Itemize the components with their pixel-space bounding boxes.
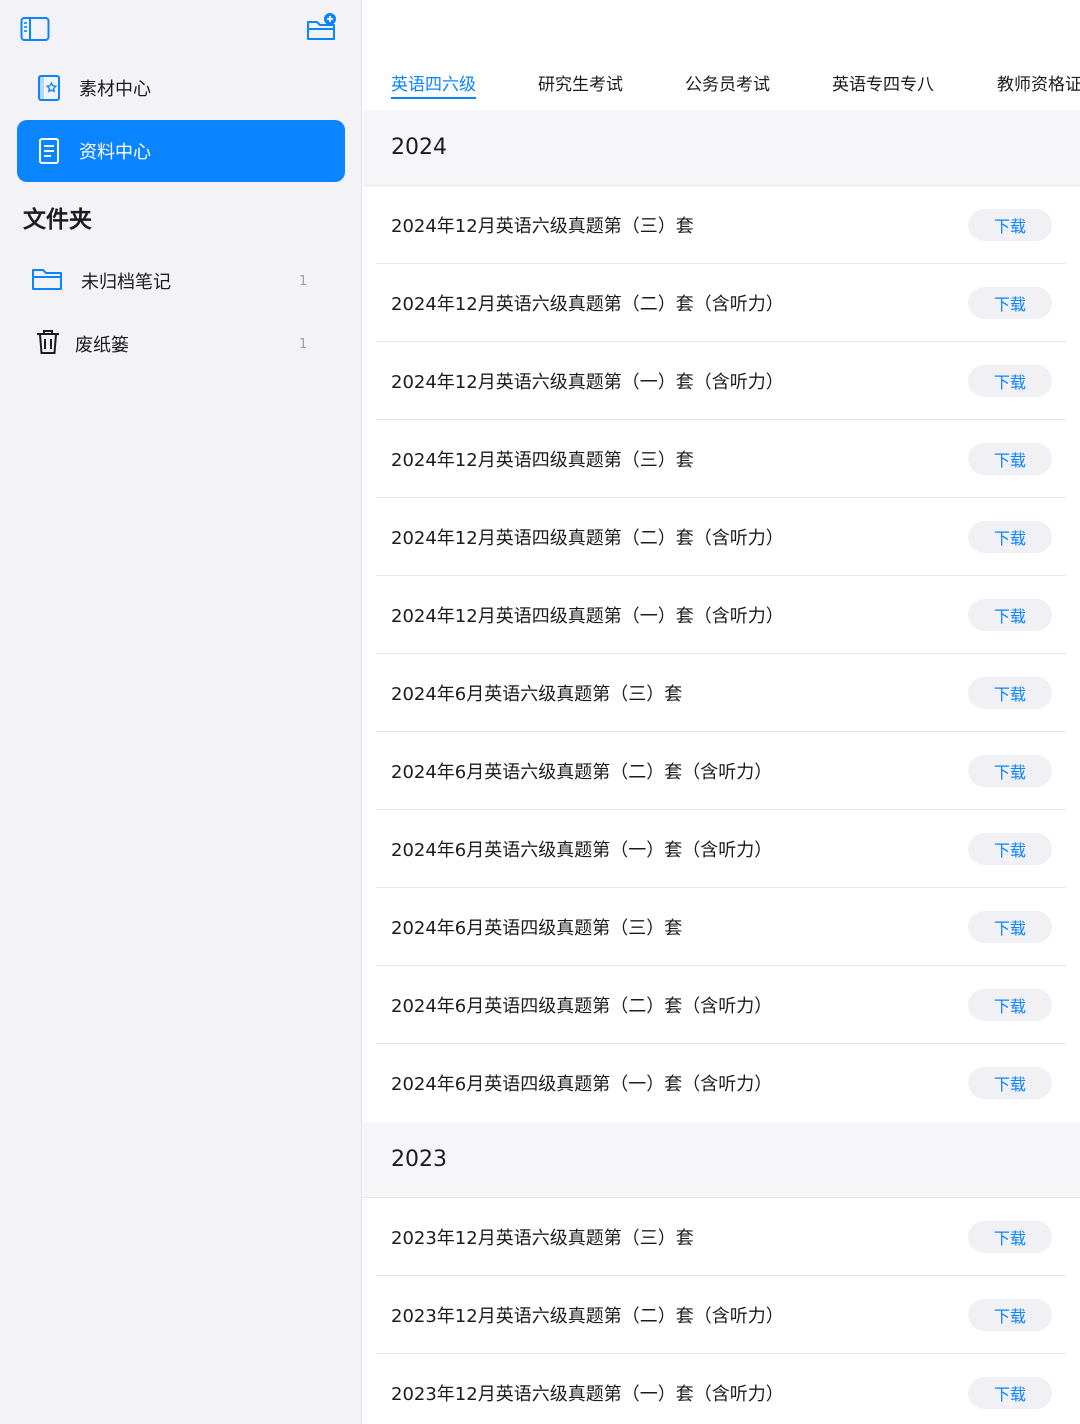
resource-row[interactable]: 2024年6月英语六级真题第（一）套（含听力） 下载 (363, 810, 1080, 888)
tab-postgraduate[interactable]: 研究生考试 (538, 70, 623, 95)
folder-label: 废纸篓 (75, 335, 129, 356)
nav-item-resources[interactable]: 资料中心 (17, 120, 345, 182)
resource-title: 2023年12月英语六级真题第（三）套 (391, 1228, 694, 1249)
download-button[interactable]: 下载 (968, 365, 1052, 397)
sidebar-toggle-icon[interactable] (20, 16, 50, 42)
download-button[interactable]: 下载 (968, 443, 1052, 475)
download-button[interactable]: 下载 (968, 287, 1052, 319)
app: 素材中心 资料中心 文件夹 未归档笔记 1 废纸篓 1 英语四六级 研究生考试 … (0, 0, 1080, 1424)
tab-tem[interactable]: 英语专四专八 (832, 70, 934, 95)
download-button[interactable]: 下载 (968, 911, 1052, 943)
year-label: 2024 (391, 135, 447, 160)
document-icon (35, 136, 63, 166)
resource-title: 2024年6月英语六级真题第（一）套（含听力） (391, 840, 773, 861)
download-button[interactable]: 下载 (968, 1377, 1052, 1409)
resource-title: 2024年12月英语六级真题第（一）套（含听力） (391, 372, 784, 393)
folder-trash[interactable]: 废纸篓 1 (17, 316, 345, 372)
resource-row[interactable]: 2024年6月英语四级真题第（一）套（含听力） 下载 (363, 1044, 1080, 1122)
resource-row[interactable]: 2024年12月英语六级真题第（二）套（含听力） 下载 (363, 264, 1080, 342)
resource-title: 2024年6月英语四级真题第（三）套 (391, 918, 683, 939)
resource-title: 2024年12月英语四级真题第（三）套 (391, 450, 694, 471)
folders-section-title: 文件夹 (23, 207, 92, 233)
folder-count: 1 (299, 336, 308, 352)
year-header: 2024 (363, 110, 1080, 186)
download-button[interactable]: 下载 (968, 989, 1052, 1021)
resource-row[interactable]: 2024年12月英语四级真题第（三）套 下载 (363, 420, 1080, 498)
nav-item-materials[interactable]: 素材中心 (17, 57, 345, 119)
folder-count: 1 (299, 273, 308, 289)
resource-title: 2024年6月英语六级真题第（二）套（含听力） (391, 762, 773, 783)
resource-title: 2024年12月英语四级真题第（二）套（含听力） (391, 528, 784, 549)
resource-row[interactable]: 2023年12月英语六级真题第（二）套（含听力） 下载 (363, 1276, 1080, 1354)
resource-row[interactable]: 2023年12月英语六级真题第（三）套 下载 (363, 1198, 1080, 1276)
sidebar: 素材中心 资料中心 文件夹 未归档笔记 1 废纸篓 1 (0, 0, 362, 1424)
star-document-icon (35, 73, 63, 103)
nav-item-label: 素材中心 (79, 79, 151, 100)
download-button[interactable]: 下载 (968, 1221, 1052, 1253)
resource-row[interactable]: 2024年12月英语四级真题第（二）套（含听力） 下载 (363, 498, 1080, 576)
resource-title: 2024年6月英语六级真题第（三）套 (391, 684, 683, 705)
new-folder-icon[interactable] (306, 12, 338, 42)
folder-icon (31, 266, 63, 296)
resource-row[interactable]: 2024年12月英语六级真题第（三）套 下载 (363, 186, 1080, 264)
main-content: 英语四六级 研究生考试 公务员考试 英语专四专八 教师资格证 2024 2024年… (363, 0, 1080, 1424)
resource-row[interactable]: 2023年12月英语六级真题第（一）套（含听力） 下载 (363, 1354, 1080, 1424)
resource-row[interactable]: 2024年6月英语六级真题第（三）套 下载 (363, 654, 1080, 732)
year-label: 2023 (391, 1147, 447, 1172)
download-button[interactable]: 下载 (968, 755, 1052, 787)
trash-icon (31, 328, 61, 360)
download-button[interactable]: 下载 (968, 599, 1052, 631)
tab-civil-service[interactable]: 公务员考试 (685, 70, 770, 95)
resource-row[interactable]: 2024年12月英语六级真题第（一）套（含听力） 下载 (363, 342, 1080, 420)
download-button[interactable]: 下载 (968, 209, 1052, 241)
download-button[interactable]: 下载 (968, 1299, 1052, 1331)
folder-unfiled-notes[interactable]: 未归档笔记 1 (17, 253, 345, 309)
tab-cet[interactable]: 英语四六级 (391, 70, 476, 99)
download-button[interactable]: 下载 (968, 1067, 1052, 1099)
folder-label: 未归档笔记 (81, 272, 171, 293)
download-button[interactable]: 下载 (968, 677, 1052, 709)
category-tabs: 英语四六级 研究生考试 公务员考试 英语专四专八 教师资格证 (363, 0, 1080, 112)
download-button[interactable]: 下载 (968, 521, 1052, 553)
resource-title: 2023年12月英语六级真题第（一）套（含听力） (391, 1384, 784, 1405)
resource-title: 2024年6月英语四级真题第（一）套（含听力） (391, 1074, 773, 1095)
resource-row[interactable]: 2024年12月英语四级真题第（一）套（含听力） 下载 (363, 576, 1080, 654)
tab-teacher-cert[interactable]: 教师资格证 (997, 70, 1080, 95)
resource-title: 2023年12月英语六级真题第（二）套（含听力） (391, 1306, 784, 1327)
resource-row[interactable]: 2024年6月英语六级真题第（二）套（含听力） 下载 (363, 732, 1080, 810)
nav-item-label: 资料中心 (79, 142, 151, 163)
resource-title: 2024年6月英语四级真题第（二）套（含听力） (391, 996, 773, 1017)
resource-title: 2024年12月英语六级真题第（二）套（含听力） (391, 294, 784, 315)
resource-row[interactable]: 2024年6月英语四级真题第（三）套 下载 (363, 888, 1080, 966)
year-header: 2023 (363, 1122, 1080, 1198)
resource-title: 2024年12月英语四级真题第（一）套（含听力） (391, 606, 784, 627)
resource-title: 2024年12月英语六级真题第（三）套 (391, 216, 694, 237)
download-button[interactable]: 下载 (968, 833, 1052, 865)
resource-row[interactable]: 2024年6月英语四级真题第（二）套（含听力） 下载 (363, 966, 1080, 1044)
